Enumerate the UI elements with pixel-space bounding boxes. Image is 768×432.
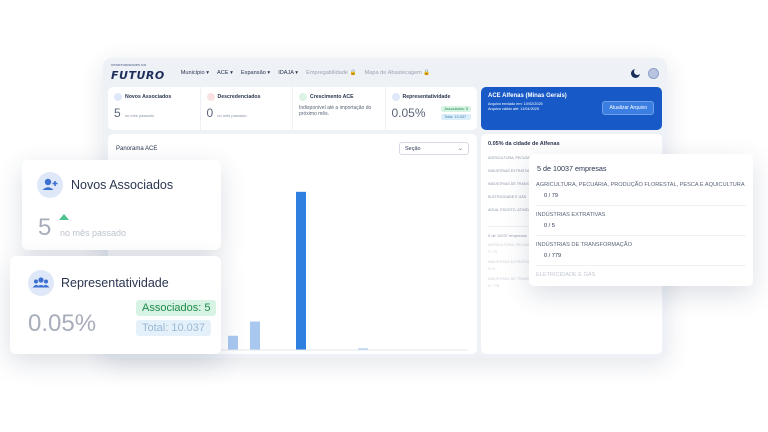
associados-pill: Associados: 5 — [136, 300, 217, 316]
sector-count: 0 / 5 — [544, 223, 555, 229]
sector-count: 0 / 79 — [544, 193, 558, 199]
chart-bar[interactable] — [250, 321, 260, 350]
add-user-icon — [114, 93, 122, 101]
kpi-value: 0.05% — [391, 106, 426, 120]
nav-idaja[interactable]: IDAJA ▾ — [278, 70, 298, 76]
kpi-row: Novos Associados 5 no mês passado Descred… — [108, 87, 477, 130]
sector-label: INDÚSTRIAS DE TRANSFORMAÇÃO — [536, 242, 632, 248]
add-user-icon-svg — [42, 178, 58, 190]
lock-icon: 🔒 — [349, 70, 357, 76]
chevron-down-icon: ⌄ — [457, 146, 463, 152]
card-title: 5 de 10037 empresas — [537, 164, 607, 173]
panorama-title: Panorama ACE — [116, 146, 158, 152]
kpi-text: Indisponível até a importação do próximo… — [299, 105, 372, 117]
total-pill: Total: 10.037 — [441, 114, 471, 120]
nav-ace[interactable]: ACE ▾ — [217, 70, 233, 76]
sector-label: ELETRICIDADE E GÁS — [536, 272, 596, 278]
kpi-title: Descredenciados — [217, 94, 261, 100]
card-title: Novos Associados — [71, 178, 174, 192]
nav-municipio[interactable]: Município ▾ — [181, 70, 209, 76]
nav-right-tools — [631, 67, 659, 79]
lock-icon: 🔒 — [423, 70, 431, 76]
sector-label: AGRICULTURA, PECUÁRIA, PRODUÇÃO FLORESTA… — [536, 182, 745, 188]
nav-menu: Município ▾ ACE ▾ Expansão ▾ IDAJA ▾ Emp… — [181, 70, 431, 76]
nav-expansao[interactable]: Expansão ▾ — [241, 70, 270, 76]
kpi-representatividade: Representatividade 0.05% Associados: 5 T… — [386, 87, 478, 130]
update-file-button[interactable]: Atualizar Arquivo — [602, 101, 654, 115]
kpi-sub: no mês passado — [217, 113, 247, 118]
divider — [536, 265, 746, 266]
section-select[interactable]: Seção ⌄ — [399, 142, 469, 155]
group-icon — [28, 270, 54, 296]
chevron-down-icon: ▾ — [206, 70, 210, 76]
associados-pill: Associados: 5 — [441, 106, 471, 112]
user-avatar[interactable] — [648, 67, 659, 79]
kpi-crescimento: Crescimento ACE Indisponível até a impor… — [293, 87, 386, 130]
chevron-down-icon: ▾ — [267, 70, 271, 76]
sector-count: 0 / 779 — [544, 253, 562, 259]
card-value: 5 — [38, 214, 52, 241]
empresas-card: 5 de 10037 empresas AGRICULTURA, PECUÁRI… — [529, 154, 753, 286]
total-pill: Total: 10.037 — [136, 320, 211, 336]
kpi-title: Representatividade — [402, 94, 451, 100]
ace-info-card: ACE Alfenas (Minas Gerais) Arquivo envia… — [481, 87, 662, 130]
chevron-down-icon: ▾ — [295, 70, 299, 76]
chevron-down-icon: ▾ — [230, 70, 233, 76]
add-user-icon — [37, 172, 63, 198]
sector-label: INDÚSTRIAS EXTRATIVAS — [536, 212, 606, 218]
top-navbar: OPORTUNIDADES DO FUTURO Município ▾ ACE … — [103, 58, 667, 88]
chart-bar[interactable] — [296, 191, 306, 350]
card-title: Representatividade — [61, 276, 169, 290]
app-logo[interactable]: OPORTUNIDADES DO FUTURO — [111, 63, 165, 82]
card-value: 0.05% — [28, 310, 97, 337]
divider — [536, 235, 746, 236]
kpi-sub: no mês passado — [124, 113, 155, 118]
representatividade-card: Representatividade 0.05% Associados: 5 T… — [10, 256, 221, 354]
kpi-novos-associados: Novos Associados 5 no mês passado — [108, 87, 201, 130]
card-sub: no mês passado — [60, 228, 127, 238]
kpi-title: Crescimento ACE — [310, 94, 354, 100]
remove-user-icon — [206, 93, 215, 101]
novos-associados-card: Novos Associados 5 no mês passado — [22, 160, 221, 250]
nav-empregabilidade: Empregabilidade 🔒 — [306, 70, 357, 76]
kpi-descredenciados: Descredenciados 0 no mês passado — [201, 87, 293, 130]
group-icon — [391, 93, 400, 101]
trend-up-icon — [59, 214, 69, 220]
chart-bar[interactable] — [228, 335, 238, 350]
logo-text: FUTURO — [111, 68, 165, 82]
select-value: Seção — [405, 146, 421, 152]
logo-tagline: OPORTUNIDADES DO — [111, 62, 147, 67]
screenshot-stage: OPORTUNIDADES DO FUTURO Município ▾ ACE … — [0, 0, 768, 432]
kpi-title: Novos Associados — [125, 94, 172, 100]
divider — [536, 205, 746, 206]
kpi-value: 5 — [114, 106, 121, 120]
dark-mode-moon-icon[interactable] — [631, 67, 641, 78]
ace-title: ACE Alfenas (Minas Gerais) — [488, 93, 567, 99]
kpi-value: 0 — [206, 106, 214, 120]
nav-mapa-abastecagem: Mapa de Abastecagem 🔒 — [364, 70, 431, 76]
side-title: 0.05% da cidade de Alfenas — [488, 141, 560, 147]
growth-icon — [299, 93, 307, 101]
group-icon-svg — [32, 277, 50, 288]
